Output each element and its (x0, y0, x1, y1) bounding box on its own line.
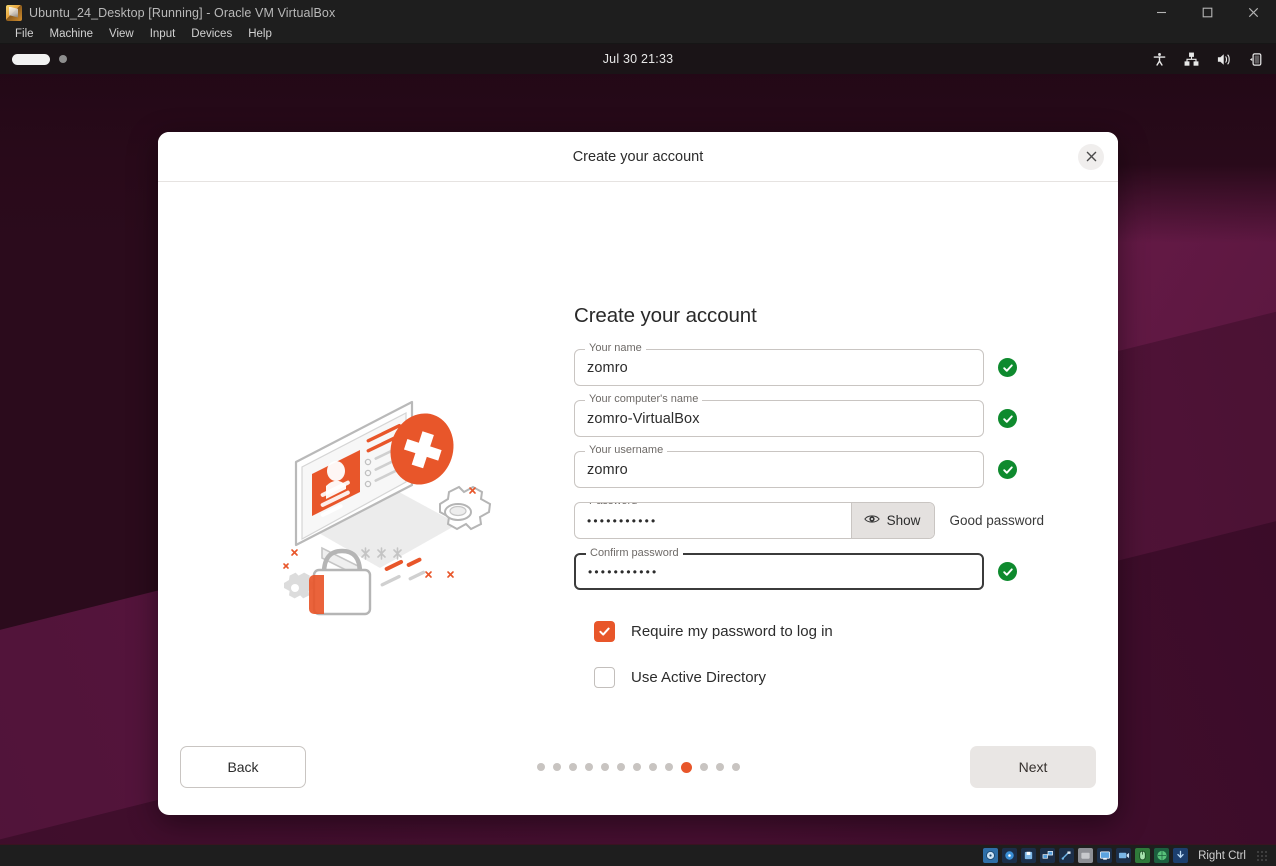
field-row-your-name: Your name zomro (574, 342, 1044, 386)
optical-disk-icon[interactable] (1002, 848, 1018, 863)
your-computers-name-value: zomro-VirtualBox (587, 410, 700, 427)
account-form: Create your account Your name zomro Your… (574, 304, 1044, 713)
password-input[interactable]: Password ••••••••••• (574, 502, 936, 539)
your-username-value: zomro (587, 461, 628, 478)
activities-area[interactable] (0, 53, 67, 65)
keyboard-icon[interactable] (1154, 848, 1170, 863)
confirm-password-valid-check-icon (998, 562, 1017, 581)
ubuntu-top-bar: Jul 30 21:33 (0, 44, 1276, 74)
dialog-body: Create your account Your name zomro Your… (158, 182, 1118, 719)
your-username-label: Your username (585, 444, 668, 456)
installer-dialog: Create your account Create your account … (158, 132, 1118, 815)
menu-item-help[interactable]: Help (240, 26, 280, 43)
menu-item-devices[interactable]: Devices (183, 26, 240, 43)
your-computers-name-label: Your computer's name (585, 393, 703, 405)
your-name-label: Your name (585, 342, 646, 354)
menu-item-view[interactable]: View (101, 26, 142, 43)
require-password-label: Require my password to log in (631, 623, 833, 640)
field-row-confirm-password: Confirm password ••••••••••• (574, 547, 1044, 590)
resize-grip[interactable] (1256, 849, 1268, 862)
maximize-button[interactable] (1184, 0, 1230, 25)
account-security-illustration (262, 400, 512, 620)
window-titlebar: Ubuntu_24_Desktop [Running] - Oracle VM … (0, 0, 1276, 25)
usb-icon[interactable] (1059, 848, 1075, 863)
page-title: Create your account (574, 304, 757, 327)
eye-icon (863, 513, 880, 528)
activities-pill-icon (12, 53, 50, 65)
step-dot (731, 763, 740, 771)
capture-icon[interactable] (1173, 848, 1189, 863)
option-use-active-directory[interactable]: Use Active Directory (594, 667, 1044, 688)
confirm-password-input[interactable]: Confirm password ••••••••••• (574, 547, 984, 590)
close-button[interactable] (1230, 0, 1276, 25)
step-dot (664, 763, 673, 771)
options-area: Require my password to log in Use Active… (574, 621, 1044, 688)
field-row-computer-name: Your computer's name zomro-VirtualBox (574, 393, 1044, 437)
confirm-password-value: ••••••••••• (588, 564, 659, 579)
close-icon[interactable] (1078, 143, 1104, 170)
use-active-directory-label: Use Active Directory (631, 669, 767, 686)
step-dot (536, 763, 545, 771)
step-dot (648, 763, 657, 771)
next-button[interactable]: Next (970, 746, 1096, 788)
virtualbox-status-bar: Right Ctrl (0, 844, 1276, 866)
system-tray[interactable] (1151, 44, 1264, 74)
recording-icon[interactable] (1116, 848, 1132, 863)
menu-bar: File Machine View Input Devices Help (0, 25, 1276, 44)
password-label: Password (585, 503, 642, 507)
minimize-button[interactable] (1138, 0, 1184, 25)
menu-item-input[interactable]: Input (142, 26, 184, 43)
option-require-password[interactable]: Require my password to log in (594, 621, 1044, 642)
computer-name-valid-check-icon (998, 409, 1017, 428)
volume-icon[interactable] (1215, 51, 1232, 68)
your-name-valid-check-icon (998, 358, 1017, 377)
virtualbox-window: Ubuntu_24_Desktop [Running] - Oracle VM … (0, 0, 1276, 866)
use-active-directory-checkbox[interactable] (594, 667, 615, 688)
show-password-button[interactable]: Show (850, 503, 935, 538)
mouse-icon[interactable] (1135, 848, 1151, 863)
step-dot (552, 763, 561, 771)
dialog-header: Create your account (158, 132, 1118, 182)
menu-item-file[interactable]: File (7, 26, 42, 43)
your-username-input[interactable]: Your username zomro (574, 444, 984, 488)
your-computers-name-input[interactable]: Your computer's name zomro-VirtualBox (574, 393, 984, 437)
network-icon[interactable] (1183, 51, 1200, 68)
host-key-label: Right Ctrl (1198, 849, 1246, 862)
guest-screen: Jul 30 21:33 Create your account Create … (0, 44, 1276, 844)
username-valid-check-icon (998, 460, 1017, 479)
window-controls (1138, 0, 1276, 25)
step-dot (568, 763, 577, 771)
dialog-title: Create your account (572, 148, 704, 165)
virtualbox-icon (6, 4, 22, 21)
step-dot (584, 763, 593, 771)
workspace-dot-icon (59, 55, 67, 63)
step-dot (616, 763, 625, 771)
your-name-input[interactable]: Your name zomro (574, 342, 984, 386)
clock[interactable]: Jul 30 21:33 (0, 52, 1276, 66)
password-strength-hint: Good password (949, 513, 1044, 528)
field-row-password: Password ••••••••••• (574, 502, 1044, 539)
network-icon[interactable] (1040, 848, 1056, 863)
battery-icon[interactable] (1247, 51, 1264, 68)
shared-folder-icon[interactable] (1078, 848, 1094, 863)
hard-disk-icon[interactable] (983, 848, 999, 863)
menu-item-machine[interactable]: Machine (42, 26, 101, 43)
step-dot (600, 763, 609, 771)
dialog-footer: Back Next (158, 719, 1118, 815)
back-button[interactable]: Back (180, 746, 306, 788)
step-dot-active (680, 761, 692, 773)
password-value: ••••••••••• (587, 513, 658, 528)
display-icon[interactable] (1097, 848, 1113, 863)
window-title: Ubuntu_24_Desktop [Running] - Oracle VM … (29, 5, 336, 20)
step-dot (699, 763, 708, 771)
require-password-checkbox[interactable] (594, 621, 615, 642)
confirm-password-label: Confirm password (586, 547, 683, 559)
step-dot (632, 763, 641, 771)
floppy-disk-icon[interactable] (1021, 848, 1037, 863)
accessibility-icon[interactable] (1151, 51, 1168, 68)
field-row-username: Your username zomro (574, 444, 1044, 488)
show-password-label: Show (886, 513, 921, 528)
your-name-value: zomro (587, 359, 628, 376)
step-dot (715, 763, 724, 771)
